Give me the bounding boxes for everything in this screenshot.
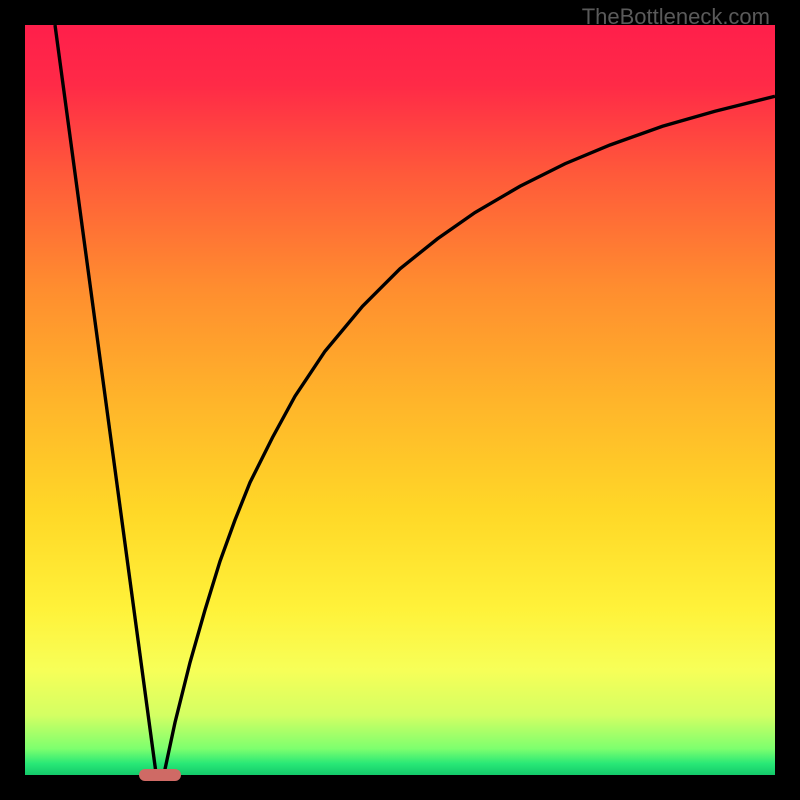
series-right-curve [164, 96, 775, 775]
curve-overlay [25, 25, 775, 775]
plot-area [25, 25, 775, 775]
series-left-line [55, 25, 156, 775]
chart-frame: { "watermark": "TheBottleneck.com", "cha… [0, 0, 800, 800]
bottleneck-marker [139, 769, 180, 781]
